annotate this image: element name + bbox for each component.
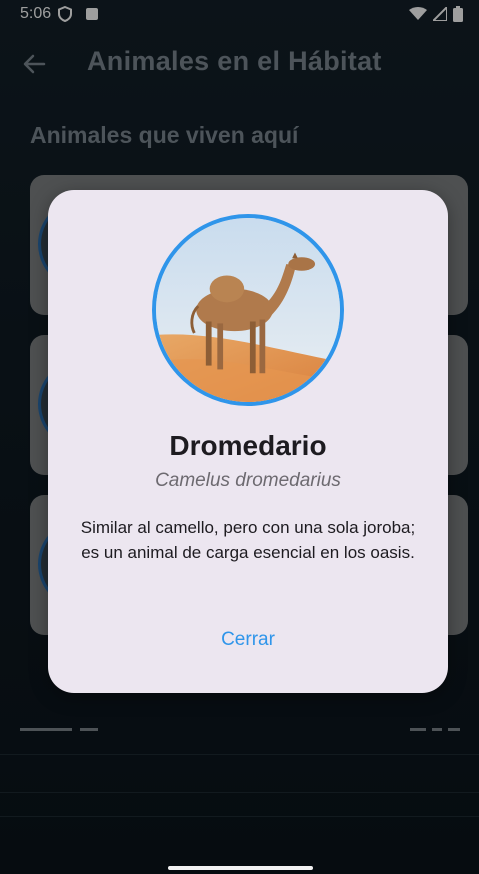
animal-name: Dromedario — [169, 430, 327, 461]
animal-detail-dialog: Dromedario Camelus dromedarius Similar a… — [48, 190, 448, 693]
home-indicator[interactable] — [168, 866, 313, 870]
animal-description: Similar al camello, pero con una sola jo… — [80, 518, 416, 562]
animal-photo — [152, 214, 344, 406]
close-button[interactable]: Cerrar — [198, 618, 298, 662]
scientific-name: Camelus dromedarius — [155, 470, 341, 491]
